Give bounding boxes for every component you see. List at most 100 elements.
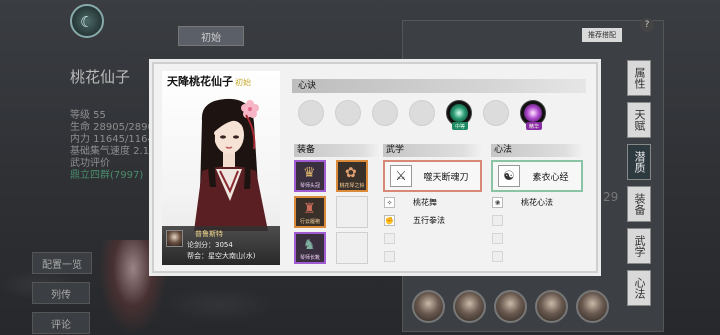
mind-method-row[interactable]: ❀ 桃花心法 [491, 195, 583, 210]
stat-line: 基础集气速度 2.1 [70, 146, 150, 157]
xinjue-slot-empty[interactable] [298, 100, 324, 126]
empty-slot-icon [492, 251, 503, 262]
crescent-icon: ☾ [80, 13, 94, 31]
tab-attributes[interactable]: 属性 [627, 60, 651, 96]
xinjue-slot-empty[interactable] [335, 100, 361, 126]
equipment-label: 琴师头冠 [299, 183, 320, 189]
equipment-slot-empty[interactable] [336, 232, 368, 264]
martial-skill-row[interactable] [383, 249, 482, 264]
empty-slot-icon [384, 251, 395, 262]
help-button[interactable]: ? [640, 18, 654, 32]
character-portrait-panel: 天降桃花仙子 初始 普鲁斯特 论剑分：3054 帮会：星空大南山(水) [162, 71, 280, 265]
player-score: 论剑分：3054 [187, 241, 233, 249]
lotus-icon: ❀ [492, 197, 503, 208]
xinjue-section: 心诀 中等 精华 [292, 79, 586, 130]
equipment-label: 桃花琴之铃 [339, 183, 365, 189]
side-tabs: 属性 天赋 潜质 装备 武学 心法 [627, 60, 651, 312]
main-martial-skill-name: 噬天断魂刀 [423, 172, 469, 183]
martial-skill-row[interactable]: ✧ 桃花舞 [383, 195, 482, 210]
equipment-slot-empty[interactable] [336, 196, 368, 228]
player-info-bar: 普鲁斯特 论剑分：3054 帮会：星空大南山(水) [162, 226, 280, 265]
character-title: 天降桃花仙子 初始 [167, 73, 251, 89]
tab-equipment[interactable]: 装备 [627, 186, 651, 222]
robe-icon: ♜ [303, 201, 316, 217]
character-illustration [194, 98, 268, 231]
equipment-label: 行云履袍 [299, 219, 320, 225]
martial-skill-row[interactable] [383, 231, 482, 246]
xinjue-green-icon [450, 104, 468, 122]
xinjue-slot-green[interactable]: 中等 [446, 100, 472, 130]
xinjue-badge-purple: 精华 [526, 122, 542, 130]
tab-mind-method[interactable]: 心法 [627, 270, 651, 306]
left-buttons: 配置一览 列传 评论 [32, 252, 92, 335]
equipment-slot-head[interactable]: ♛ 琴师头冠 [294, 160, 326, 192]
character-title-tag: 初始 [235, 78, 251, 87]
mind-method-row[interactable] [491, 231, 583, 246]
meditation-icon: ☯ [498, 165, 520, 187]
equipment-slot-boots[interactable]: ♞ 琴师长靴 [294, 232, 326, 264]
recommend-button[interactable]: 推荐搭配 [582, 28, 622, 42]
mind-method-row[interactable] [491, 249, 583, 264]
sword-icon: ⚔ [390, 165, 412, 187]
xinjue-badge-green: 中等 [452, 122, 468, 130]
back-button[interactable]: ☾ [70, 4, 104, 38]
stat-line: 内力 11645/1164 [70, 134, 154, 145]
tab-potential[interactable]: 潜质 [627, 144, 651, 180]
avatar[interactable] [412, 290, 445, 323]
comment-button[interactable]: 评论 [32, 312, 90, 334]
tab-martial-arts[interactable]: 武学 [627, 228, 651, 264]
tab-init[interactable]: 初始 [178, 26, 244, 46]
stat-line: 等级 55 [70, 110, 106, 121]
martial-skill-name: 桃花舞 [413, 198, 437, 207]
avatar[interactable] [453, 290, 486, 323]
character-detail-dialog: 天降桃花仙子 初始 普鲁斯特 论剑分：3054 帮会：星空大南山(水) 心诀 中… [149, 59, 601, 276]
mind-method-name: 桃花心法 [521, 198, 553, 207]
mind-method-title: 心法 [491, 144, 583, 157]
equipment-grid: ♛ 琴师头冠 ✿ 桃花琴之铃 ♜ 行云履袍 ♞ 琴师长靴 [294, 160, 380, 264]
empty-slot-icon [384, 233, 395, 244]
xinjue-slot-empty[interactable] [409, 100, 435, 126]
stat-line-extra: 鼎立四群(7997) [70, 170, 144, 181]
equipment-label: 琴师长靴 [299, 255, 320, 261]
avatar[interactable] [576, 290, 609, 323]
biography-button[interactable]: 列传 [32, 282, 90, 304]
mind-method-row[interactable] [491, 213, 583, 228]
martial-arts-section: 武学 ⚔ 噬天断魂刀 ✧ 桃花舞 ✊ 五行拳法 [383, 144, 482, 264]
character-title-text: 天降桃花仙子 [167, 75, 233, 88]
background-stats: 等级 55 生命 28905/2890 内力 11645/1164 基础集气速度… [70, 110, 154, 182]
empty-slot-icon [492, 233, 503, 244]
player-guild: 帮会：星空大南山(水) [187, 252, 256, 260]
fist-icon: ✊ [384, 215, 395, 226]
stat-line: 生命 28905/2890 [70, 122, 154, 133]
tab-talent[interactable]: 天赋 [627, 102, 651, 138]
avatar[interactable] [535, 290, 568, 323]
xinjue-slot-empty[interactable] [372, 100, 398, 126]
equipment-title: 装备 [294, 144, 380, 157]
config-overview-button[interactable]: 配置一览 [32, 252, 92, 274]
avatar[interactable] [494, 290, 527, 323]
stat-line: 武功评价 [70, 158, 110, 169]
xinjue-slot-empty[interactable] [483, 100, 509, 126]
helmet-icon: ♛ [303, 165, 316, 181]
background-number: 29 [603, 190, 619, 204]
main-martial-skill[interactable]: ⚔ 噬天断魂刀 [383, 160, 482, 192]
boots-icon: ♞ [303, 237, 316, 253]
dance-icon: ✧ [384, 197, 395, 208]
equipment-section: 装备 ♛ 琴师头冠 ✿ 桃花琴之铃 ♜ 行云履袍 ♞ 琴师长靴 [294, 144, 380, 264]
equipment-slot-accessory[interactable]: ✿ 桃花琴之铃 [336, 160, 368, 192]
avatar-row [412, 290, 609, 323]
player-avatar[interactable] [166, 230, 183, 247]
martial-skill-row[interactable]: ✊ 五行拳法 [383, 213, 482, 228]
martial-arts-title: 武学 [383, 144, 482, 157]
background-character-name: 桃花仙子 [70, 68, 131, 86]
equipment-slot-robe[interactable]: ♜ 行云履袍 [294, 196, 326, 228]
mind-method-section: 心法 ☯ 素衣心经 ❀ 桃花心法 [491, 144, 583, 264]
xinjue-slots: 中等 精华 [292, 100, 586, 130]
xinjue-slot-purple[interactable]: 精华 [520, 100, 546, 130]
bell-icon: ✿ [345, 165, 357, 181]
main-mind-method-name: 素衣心经 [532, 172, 569, 183]
martial-skill-name: 五行拳法 [413, 216, 445, 225]
xinjue-title: 心诀 [292, 79, 586, 93]
empty-slot-icon [492, 215, 503, 226]
main-mind-method[interactable]: ☯ 素衣心经 [491, 160, 583, 192]
